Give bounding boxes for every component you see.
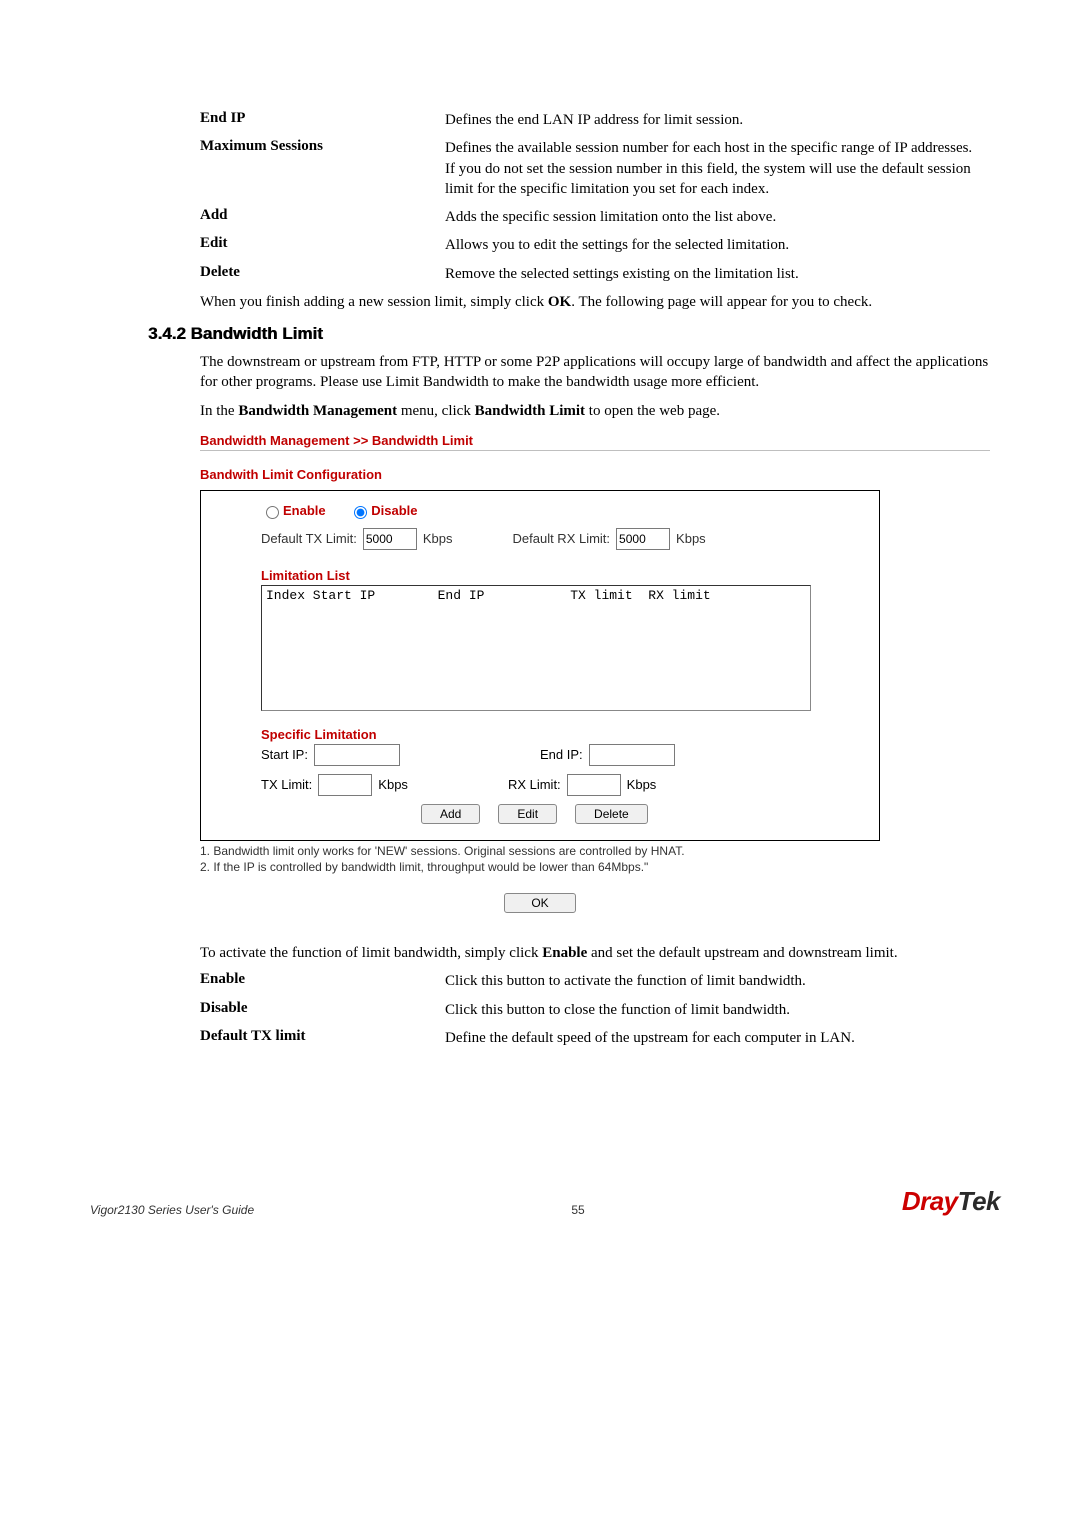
note-1: 1. Bandwidth limit only works for 'NEW' …: [200, 843, 990, 859]
default-tx-input[interactable]: [363, 528, 417, 550]
term: End IP: [90, 110, 445, 130]
add-button[interactable]: Add: [421, 804, 480, 824]
text: Bandwidth Limit: [475, 403, 585, 419]
text: In the: [200, 403, 238, 419]
enable-disable-radios: Enable Disable: [261, 503, 863, 522]
desc: Click this button to close the function …: [445, 1000, 990, 1020]
text: and set the default upstream and downstr…: [587, 945, 897, 961]
edit-button[interactable]: Edit: [498, 804, 557, 824]
radio-disable[interactable]: [354, 506, 367, 519]
screenshot-panel: Bandwidth Management >> Bandwidth Limit …: [200, 429, 990, 841]
draytek-logo: DrayTek: [902, 1186, 1000, 1217]
def-add: Add Adds the specific session limitation…: [90, 207, 990, 227]
term: Maximum Sessions: [90, 138, 445, 199]
term: Enable: [90, 971, 445, 991]
tx-limit-unit: Kbps: [378, 777, 408, 792]
tx-limit-label: TX Limit:: [261, 777, 312, 792]
rx-limit-input[interactable]: [567, 774, 621, 796]
desc: Define the default speed of the upstream…: [445, 1028, 990, 1048]
desc: Defines the end LAN IP address for limit…: [445, 110, 990, 130]
default-tx-label: Default TX Limit:: [261, 531, 357, 546]
start-ip-label: Start IP:: [261, 747, 308, 762]
text: Bandwidth Management: [238, 403, 397, 419]
def-end-ip: End IP Defines the end LAN IP address fo…: [90, 110, 990, 130]
radio-enable-label: Enable: [283, 503, 326, 518]
limitation-list-box[interactable]: Index Start IP End IP TX limit RX limit: [261, 585, 811, 711]
ok-button[interactable]: OK: [504, 893, 575, 913]
footer-page-number: 55: [571, 1203, 584, 1217]
def-edit: Edit Allows you to edit the settings for…: [90, 235, 990, 255]
def-enable: Enable Click this button to activate the…: [90, 971, 990, 991]
text: When you finish adding a new session lim…: [200, 294, 548, 310]
text: To activate the function of limit bandwi…: [200, 945, 542, 961]
term: Add: [90, 207, 445, 227]
desc: Allows you to edit the settings for the …: [445, 235, 990, 255]
default-tx-unit: Kbps: [423, 531, 453, 546]
notes: 1. Bandwidth limit only works for 'NEW' …: [200, 843, 990, 875]
limitation-list-label: Limitation List: [261, 568, 863, 583]
text: to open the web page.: [585, 403, 720, 419]
rx-limit-label: RX Limit:: [508, 777, 561, 792]
footer-guide-title: Vigor2130 Series User's Guide: [90, 1203, 254, 1217]
end-ip-input[interactable]: [589, 744, 675, 766]
ok-bold: OK: [548, 294, 571, 310]
def-delete: Delete Remove the selected settings exis…: [90, 264, 990, 284]
button-row: Add Edit Delete: [261, 804, 863, 824]
config-box: Enable Disable Default TX Limit: Kbps De…: [200, 490, 880, 841]
intro-paragraph: The downstream or upstream from FTP, HTT…: [90, 352, 990, 393]
default-rx-input[interactable]: [616, 528, 670, 550]
def-max-sessions: Maximum Sessions Defines the available s…: [90, 138, 990, 199]
default-limits-row: Default TX Limit: Kbps Default RX Limit:…: [261, 528, 863, 550]
text: menu, click: [397, 403, 474, 419]
end-ip-label: End IP:: [540, 747, 583, 762]
section-heading: 3.4.2 Bandwidth Limit: [90, 324, 990, 344]
term: Edit: [90, 235, 445, 255]
ok-row: OK: [200, 893, 880, 913]
desc: Click this button to activate the functi…: [445, 971, 990, 991]
default-rx-label: Default RX Limit:: [513, 531, 611, 546]
desc: Defines the available session number for…: [445, 138, 990, 199]
page-footer: Vigor2130 Series User's Guide 55 DrayTek: [0, 1096, 1080, 1247]
activate-paragraph: To activate the function of limit bandwi…: [90, 943, 990, 963]
logo-dray: Dray: [902, 1186, 958, 1216]
specific-limitation-label: Specific Limitation: [261, 727, 863, 742]
config-title: Bandwith Limit Configuration: [200, 467, 990, 482]
after-table-paragraph: When you finish adding a new session lim…: [90, 292, 990, 312]
radio-disable-label: Disable: [371, 503, 417, 518]
logo-tek: Tek: [958, 1186, 1000, 1216]
desc: Adds the specific session limitation ont…: [445, 207, 990, 227]
term: Default TX limit: [90, 1028, 445, 1048]
text: Enable: [542, 945, 587, 961]
delete-button[interactable]: Delete: [575, 804, 648, 824]
ip-row: Start IP: End IP:: [261, 744, 863, 766]
default-rx-unit: Kbps: [676, 531, 706, 546]
breadcrumb: Bandwidth Management >> Bandwidth Limit: [200, 429, 990, 451]
term: Disable: [90, 1000, 445, 1020]
text: . The following page will appear for you…: [571, 294, 872, 310]
note-2: 2. If the IP is controlled by bandwidth …: [200, 859, 990, 875]
rx-limit-unit: Kbps: [627, 777, 657, 792]
tx-limit-input[interactable]: [318, 774, 372, 796]
limit-row: TX Limit: Kbps RX Limit: Kbps: [261, 774, 863, 796]
start-ip-input[interactable]: [314, 744, 400, 766]
open-paragraph: In the Bandwidth Management menu, click …: [90, 401, 990, 421]
term: Delete: [90, 264, 445, 284]
def-disable: Disable Click this button to close the f…: [90, 1000, 990, 1020]
radio-enable[interactable]: [266, 506, 279, 519]
desc: Remove the selected settings existing on…: [445, 264, 990, 284]
def-default-tx: Default TX limit Define the default spee…: [90, 1028, 990, 1048]
